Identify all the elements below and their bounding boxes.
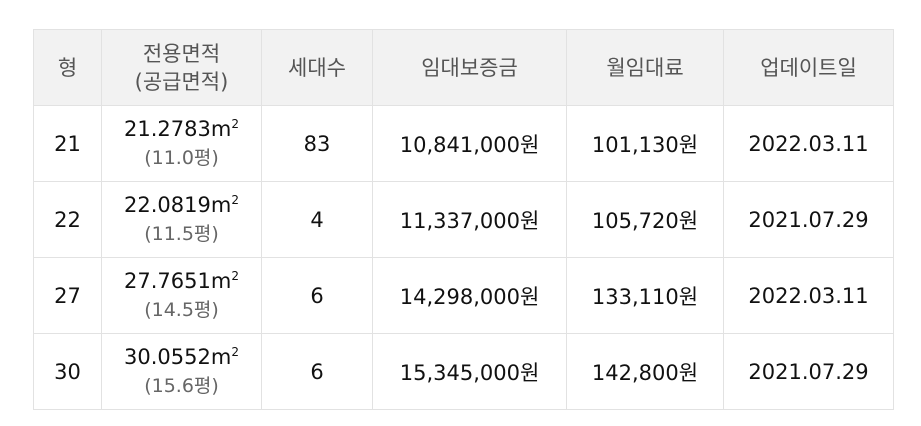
area-number: 21.2783 xyxy=(124,117,211,141)
cell-type: 27 xyxy=(33,257,102,334)
area-number: 30.0552 xyxy=(124,345,211,369)
cell-area: 21.2783m2 (11.0평) xyxy=(101,105,262,182)
cell-deposit: 10,841,000원 xyxy=(372,105,567,182)
supply-area-value: (11.5평) xyxy=(144,223,219,245)
area-number: 27.7651 xyxy=(124,269,211,293)
supply-area-value: (15.6평) xyxy=(144,375,219,397)
table-header-row: 형 전용면적 (공급면적) 세대수 임대보증금 월임대료 업데이트일 xyxy=(33,29,894,106)
header-rent: 월임대료 xyxy=(566,29,724,106)
area-value: 30.0552m2 xyxy=(102,344,261,373)
cell-rent: 105,720원 xyxy=(566,181,724,258)
header-type: 형 xyxy=(33,29,102,106)
cell-area: 27.7651m2 (14.5평) xyxy=(101,257,262,334)
cell-rent: 133,110원 xyxy=(566,257,724,334)
area-unit: m xyxy=(210,269,232,293)
supply-area-value: (11.0평) xyxy=(144,147,219,169)
area-unit-sup: 2 xyxy=(231,117,239,131)
supply-area-value: (14.5평) xyxy=(144,299,219,321)
cell-rent: 101,130원 xyxy=(566,105,724,182)
area-unit: m xyxy=(210,117,232,141)
table-row: 21 21.2783m2 (11.0평) 83 10,841,000원 101,… xyxy=(33,105,894,182)
area-value: 27.7651m2 xyxy=(102,268,261,297)
cell-type: 30 xyxy=(33,333,102,410)
header-area: 전용면적 (공급면적) xyxy=(101,29,262,106)
cell-updated: 2022.03.11 xyxy=(723,257,894,334)
cell-area: 30.0552m2 (15.6평) xyxy=(101,333,262,410)
cell-units: 83 xyxy=(261,105,373,182)
cell-units: 6 xyxy=(261,257,373,334)
table-row: 27 27.7651m2 (14.5평) 6 14,298,000원 133,1… xyxy=(33,257,894,334)
cell-type: 21 xyxy=(33,105,102,182)
cell-updated: 2021.07.29 xyxy=(723,181,894,258)
cell-updated: 2021.07.29 xyxy=(723,333,894,410)
header-deposit: 임대보증금 xyxy=(372,29,567,106)
cell-units: 6 xyxy=(261,333,373,410)
table-row: 22 22.0819m2 (11.5평) 4 11,337,000원 105,7… xyxy=(33,181,894,258)
header-updated: 업데이트일 xyxy=(723,29,894,106)
cell-area: 22.0819m2 (11.5평) xyxy=(101,181,262,258)
cell-updated: 2022.03.11 xyxy=(723,105,894,182)
header-area-line2: (공급면적) xyxy=(134,69,229,94)
area-unit: m xyxy=(210,193,232,217)
area-unit-sup: 2 xyxy=(231,193,239,207)
cell-type: 22 xyxy=(33,181,102,258)
rental-info-table: 형 전용면적 (공급면적) 세대수 임대보증금 월임대료 업데이트일 21 21… xyxy=(33,29,894,410)
area-unit-sup: 2 xyxy=(231,269,239,283)
area-number: 22.0819 xyxy=(124,193,211,217)
area-unit: m xyxy=(210,345,232,369)
area-value: 21.2783m2 xyxy=(102,116,261,145)
cell-deposit: 14,298,000원 xyxy=(372,257,567,334)
header-units: 세대수 xyxy=(261,29,373,106)
area-value: 22.0819m2 xyxy=(102,192,261,221)
cell-units: 4 xyxy=(261,181,373,258)
cell-rent: 142,800원 xyxy=(566,333,724,410)
header-area-line1: 전용면적 xyxy=(142,41,221,66)
cell-deposit: 15,345,000원 xyxy=(372,333,567,410)
table-row: 30 30.0552m2 (15.6평) 6 15,345,000원 142,8… xyxy=(33,333,894,410)
rental-info-table-container: 형 전용면적 (공급면적) 세대수 임대보증금 월임대료 업데이트일 21 21… xyxy=(33,29,894,410)
cell-deposit: 11,337,000원 xyxy=(372,181,567,258)
area-unit-sup: 2 xyxy=(231,345,239,359)
